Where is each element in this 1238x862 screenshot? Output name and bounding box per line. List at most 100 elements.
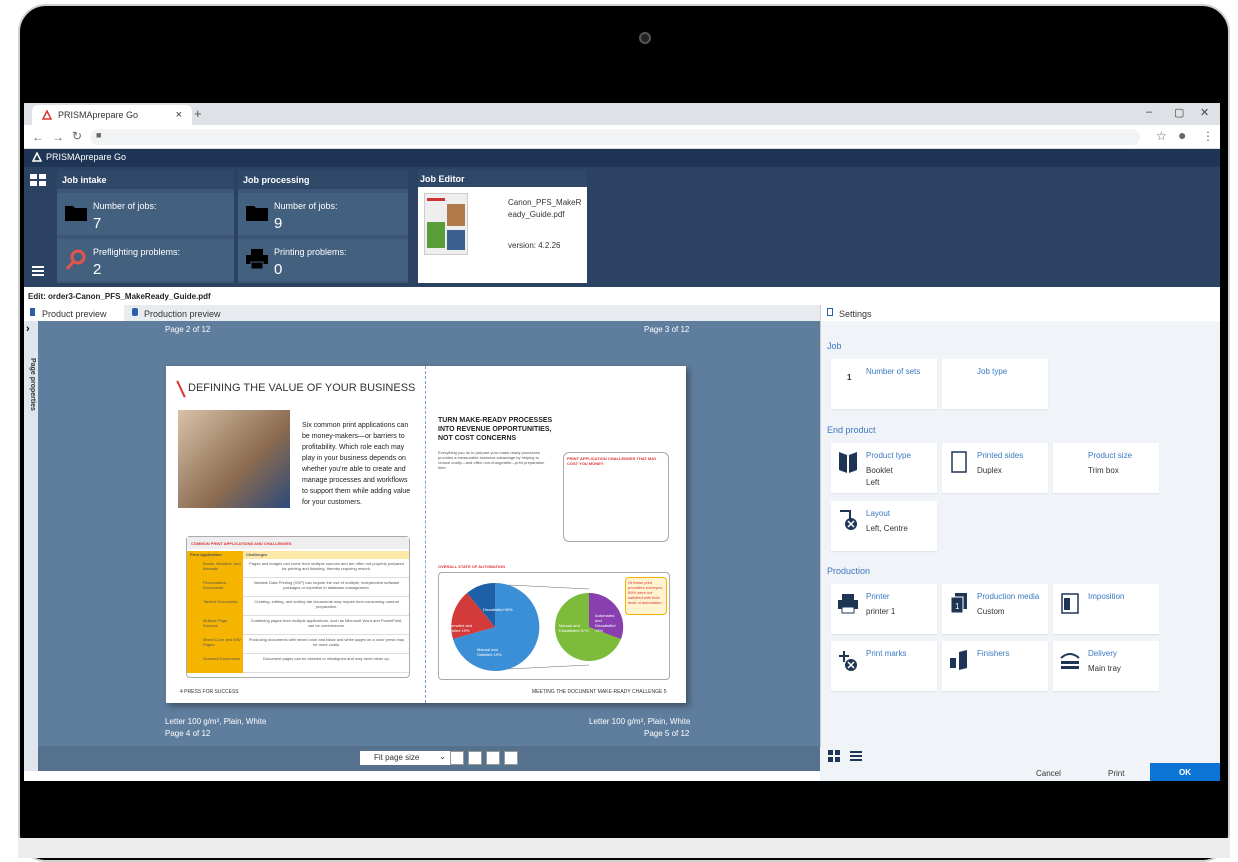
job-editor-version: version: 4.2.26 [508, 241, 561, 250]
expand-chevron-icon[interactable]: › [26, 323, 30, 335]
browser-tab[interactable]: PRISMAprepare Go × [32, 105, 192, 125]
finishers-tile[interactable]: Finishers [942, 641, 1048, 691]
product-preview-icon [30, 308, 35, 316]
bezel-bottom [18, 838, 1230, 858]
table-cell-app: Personalized Documents [187, 578, 243, 597]
ok-button[interactable]: OK [1150, 763, 1220, 781]
right-page-body: Everything you do to prepare your make-r… [438, 450, 545, 470]
window-close-icon[interactable]: ✕ [1200, 106, 1209, 119]
reload-icon[interactable]: ↻ [72, 129, 82, 143]
page-label-top-right: Page 3 of 12 [644, 325, 690, 334]
product-size-tile[interactable]: Product size Trim box [1053, 443, 1159, 493]
prisma-logo-icon [32, 152, 42, 162]
hamburger-menu-icon[interactable] [32, 263, 44, 281]
printed-sides-tile[interactable]: Printed sides Duplex [942, 443, 1048, 493]
list-view-icon[interactable] [850, 749, 862, 767]
table-cell-app: Scanned Documents [187, 654, 243, 673]
app-header: PRISMAprepare Go [24, 149, 1220, 167]
table-row: Scanned Documents Document pages can be s… [187, 654, 409, 673]
media-label-left: Letter 100 g/m², Plain, White [165, 717, 267, 726]
applications-table: COMMON PRINT APPLICATIONS AND CHALLENGES… [186, 536, 410, 678]
page-spread[interactable]: DEFINING THE VALUE OF YOUR BUSINESS Six … [166, 366, 686, 703]
media-value: Custom [977, 607, 1005, 616]
print-button[interactable]: Print [1108, 769, 1124, 778]
view-zoom-button[interactable] [504, 751, 518, 765]
page-label-bottom-left: Page 4 of 12 [165, 729, 211, 738]
fold-line [425, 366, 426, 703]
printing-problems-label: Printing problems: [274, 247, 347, 257]
tab-product-preview[interactable]: Product preview [24, 305, 124, 321]
print-marks-tile[interactable]: Print marks [831, 641, 937, 691]
table-row: Mixed Color and B/W Pages Producing docum… [187, 635, 409, 654]
table-cell-challenge: Pages and images can come from multiple … [249, 561, 404, 571]
table-cell-app: Multiple Page Sources [187, 616, 243, 635]
view-spread-button[interactable] [468, 751, 482, 765]
sets-value: 1 [847, 373, 852, 382]
job-intake-card[interactable]: Job intake Number of jobs: 7 Preflightin… [57, 169, 234, 283]
table-cell-challenge: Document pages can be skewed or misalign… [263, 656, 390, 661]
printer-tile[interactable]: Printer printer 1 [831, 584, 937, 634]
pie-label-manual: Manual and Satisfied 19% [477, 647, 502, 657]
table-row: Books, Booklets, and Manuals Pages and im… [187, 559, 409, 578]
product-type-tile[interactable]: Product type Booklet Left [831, 443, 937, 493]
maximize-icon[interactable]: ▢ [1174, 106, 1184, 119]
profile-icon[interactable]: ● [1178, 127, 1186, 143]
page-label-bottom-right: Page 5 of 12 [644, 729, 690, 738]
camera-icon [639, 32, 651, 44]
filename-line2: eady_Guide.pdf [508, 210, 565, 219]
table-row: Multiple Page Sources Combining pages fro… [187, 616, 409, 635]
delivery-tile[interactable]: Delivery Main tray [1053, 641, 1159, 691]
browser-menu-icon[interactable]: ⋮ [1202, 129, 1214, 143]
woman-photo [178, 410, 290, 508]
tab-title: PRISMAprepare Go [58, 110, 139, 120]
url-field[interactable]: ■ [90, 129, 1140, 145]
page-properties-strip[interactable]: › Page properties [24, 321, 38, 771]
preflight-magnifier-icon [65, 249, 86, 270]
right-page-heading: TURN MAKE-READY PROCESSES INTO REVENUE O… [438, 417, 553, 442]
tab-close-icon[interactable]: × [176, 109, 182, 121]
cancel-button[interactable]: Cancel [1036, 769, 1061, 778]
number-of-sets-tile[interactable]: 1 Number of sets [831, 359, 937, 409]
pie-label-automated: Automated and Satisfied 19% [445, 623, 473, 633]
fit-page-label: Fit page size [374, 753, 420, 762]
minimize-icon[interactable]: – [1146, 106, 1152, 118]
product-type-value-2: Left [866, 478, 880, 487]
tab-production-preview[interactable]: Production preview [126, 305, 246, 321]
pie2-label-a: Manual and Dissatisfied 57% [559, 623, 589, 633]
right-page: TURN MAKE-READY PROCESSES INTO REVENUE O… [428, 366, 686, 703]
processing-jobs-value: 9 [274, 215, 283, 232]
imposition-tile[interactable]: Imposition [1053, 584, 1159, 634]
page-properties-label: Page properties [28, 358, 36, 411]
table-cell-challenge: Creating, editing, and sorting tab docum… [254, 599, 399, 609]
job-type-tile[interactable]: Job type [942, 359, 1048, 409]
view-corner-button[interactable] [450, 751, 464, 765]
settings-doc-icon [827, 308, 833, 316]
forward-icon[interactable]: → [52, 130, 64, 144]
back-icon[interactable]: ← [32, 130, 44, 144]
printing-problems-value: 0 [274, 261, 283, 278]
layout-tile[interactable]: Layout Left, Centre [831, 501, 937, 551]
bookmark-star-icon[interactable]: ☆ [1156, 129, 1167, 143]
svg-text:1: 1 [955, 602, 960, 611]
job-editor-card[interactable]: Job Editor Canon_PFS_MakeR eady_Guide.pd… [418, 169, 587, 283]
fit-page-select[interactable]: Fit page size ⌄ [360, 751, 450, 765]
dialog-footer: Cancel Print OK [820, 747, 1220, 781]
folder-icon [246, 206, 268, 221]
new-tab-icon[interactable]: + [194, 106, 202, 121]
dashboard-grid-icon[interactable] [30, 173, 46, 191]
finishers-icon [950, 650, 967, 670]
printing-problems-stat: Printing problems: 0 [238, 239, 408, 281]
production-media-tile[interactable]: 1 Production media Custom [942, 584, 1048, 634]
table-cell-app: Tabbed Documents [187, 597, 243, 616]
settings-tab[interactable]: Settings [820, 305, 1220, 321]
view-single-button[interactable] [486, 751, 500, 765]
delivery-title: Delivery [1088, 649, 1117, 658]
intake-jobs-label: Number of jobs: [93, 201, 157, 211]
job-processing-card[interactable]: Job processing Number of jobs: 9 Printin… [238, 169, 408, 283]
printed-sides-value: Duplex [977, 466, 1002, 475]
table-cell-app: Mixed Color and B/W Pages [187, 635, 243, 654]
tile-view-icon[interactable] [828, 749, 840, 767]
table-cell-challenge: Variable Data Printing (VDP) can require… [253, 580, 400, 590]
browser-window: PRISMAprepare Go × + – ▢ ✕ ← → ↻ ■ ☆ ● ⋮… [24, 103, 1220, 781]
lock-icon: ■ [96, 130, 102, 140]
